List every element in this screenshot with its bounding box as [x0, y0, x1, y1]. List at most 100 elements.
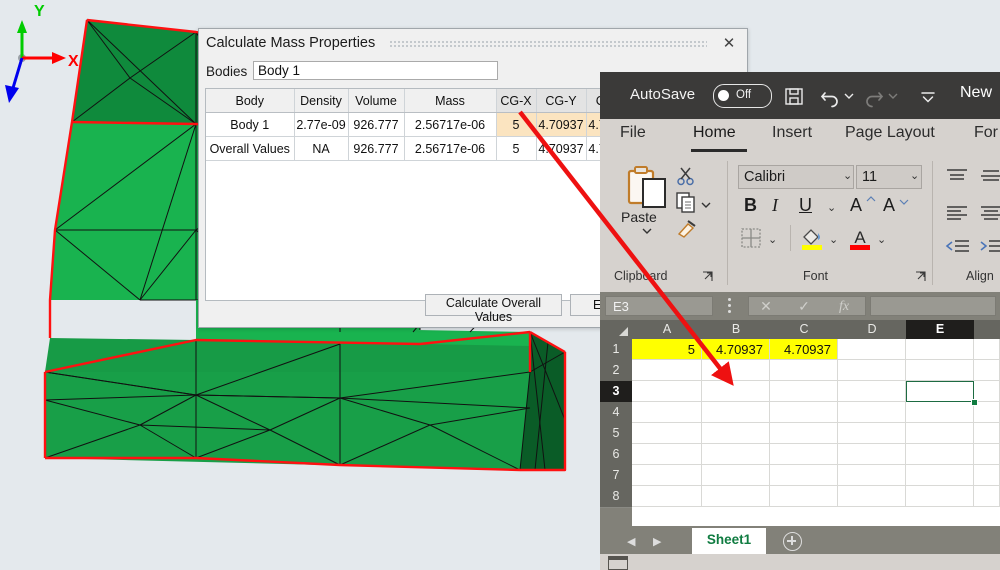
name-box[interactable]: E3	[605, 296, 713, 316]
insert-function-icon[interactable]: fx	[827, 298, 861, 315]
redo-icon[interactable]	[862, 84, 886, 108]
column-header-b[interactable]: B	[702, 320, 771, 339]
cell-C8[interactable]	[770, 486, 838, 507]
align-middle-icon[interactable]	[978, 167, 1000, 183]
dialog-titlebar[interactable]: Calculate Mass Properties ✕	[199, 29, 747, 59]
cut-scissors-icon[interactable]	[675, 165, 697, 187]
excel-window[interactable]: AutoSave Off New File Home Insert Page L…	[600, 72, 1000, 570]
column-header-f[interactable]	[974, 320, 1000, 339]
col-header-body[interactable]: Body	[206, 89, 295, 113]
col-header-density[interactable]: Density	[294, 89, 349, 113]
cell-E4[interactable]	[906, 402, 974, 423]
customize-quick-access-icon[interactable]	[916, 84, 940, 108]
font-name-box[interactable]: Calibri	[738, 165, 854, 189]
fill-handle[interactable]	[971, 399, 978, 406]
cell-B6[interactable]	[702, 444, 770, 465]
enter-icon[interactable]: ✓	[787, 298, 821, 315]
decrease-indent-icon[interactable]	[944, 239, 972, 255]
cell-E7[interactable]	[906, 465, 974, 486]
align-center-icon[interactable]	[978, 205, 1000, 221]
row-header-7[interactable]: 7	[600, 465, 632, 487]
cell-F6[interactable]	[974, 444, 1000, 465]
font-color-chevron-down-icon[interactable]: ⌄	[877, 233, 886, 246]
cell-C4[interactable]	[770, 402, 838, 423]
excel-titlebar[interactable]: AutoSave Off New	[600, 72, 1000, 119]
close-icon[interactable]: ✕	[719, 34, 739, 54]
column-header-e[interactable]: E	[906, 320, 975, 339]
tab-page-layout[interactable]: Page Layout	[845, 124, 935, 142]
redo-chevron-down-icon[interactable]	[887, 84, 899, 108]
cell-B8[interactable]	[702, 486, 770, 507]
row-header-8[interactable]: 8	[600, 486, 632, 508]
cell-C2[interactable]	[770, 360, 838, 381]
font-dialog-launcher[interactable]	[915, 269, 926, 281]
next-sheet-icon[interactable]: ▶	[653, 535, 661, 548]
cell-A4[interactable]	[632, 402, 702, 423]
cell-F2[interactable]	[974, 360, 1000, 381]
tab-home[interactable]: Home	[693, 124, 736, 142]
cell-A3[interactable]	[632, 381, 702, 402]
cell-C1[interactable]: 4.70937	[770, 339, 838, 360]
cell-E5[interactable]	[906, 423, 974, 444]
spreadsheet-grid[interactable]: A B C D E 1 2 3 4 5 6 7 8 5 4.70937 4.70…	[600, 320, 1000, 526]
cell-D8[interactable]	[838, 486, 906, 507]
undo-icon[interactable]	[818, 84, 842, 108]
tab-insert[interactable]: Insert	[772, 124, 812, 142]
undo-chevron-down-icon[interactable]	[843, 84, 855, 108]
borders-chevron-down-icon[interactable]: ⌄	[768, 233, 777, 246]
add-sheet-icon[interactable]	[783, 532, 802, 551]
cell-B4[interactable]	[702, 402, 770, 423]
tab-formulas[interactable]: For	[974, 124, 998, 142]
cell-B1[interactable]: 4.70937	[702, 339, 770, 360]
italic-button[interactable]: I	[772, 195, 778, 216]
underline-chevron-down-icon[interactable]: ⌄	[827, 201, 836, 214]
sheet-tab-bar[interactable]: ◀ ▶ Sheet1	[600, 526, 1000, 556]
cell-A6[interactable]	[632, 444, 702, 465]
cell-E8[interactable]	[906, 486, 974, 507]
autosave-toggle[interactable]: Off	[713, 84, 772, 108]
cell-F7[interactable]	[974, 465, 1000, 486]
fill-color-chevron-down-icon[interactable]: ⌄	[829, 233, 838, 246]
column-header-d[interactable]: D	[838, 320, 907, 339]
col-header-cg-y[interactable]: CG-Y	[536, 89, 587, 113]
cell-D3[interactable]	[838, 381, 906, 402]
cell-D7[interactable]	[838, 465, 906, 486]
cell-A8[interactable]	[632, 486, 702, 507]
cell-E3[interactable]	[906, 381, 974, 402]
font-name-chevron-down-icon[interactable]: ⌄	[843, 169, 852, 182]
cell-C7[interactable]	[770, 465, 838, 486]
cell-C3[interactable]	[770, 381, 838, 402]
formula-bar[interactable]: E3 ✕ ✓ fx	[600, 292, 1000, 320]
document-name[interactable]: New	[960, 84, 992, 102]
select-all-corner[interactable]	[600, 320, 632, 339]
bold-button[interactable]: B	[744, 195, 757, 216]
cell-D5[interactable]	[838, 423, 906, 444]
ribbon-tab-strip[interactable]: File Home Insert Page Layout For	[600, 119, 1000, 153]
copy-icon[interactable]	[675, 191, 697, 213]
cell-F8[interactable]	[974, 486, 1000, 507]
row-header-1[interactable]: 1	[600, 339, 632, 361]
col-header-volume[interactable]: Volume	[348, 89, 405, 113]
clipboard-dialog-launcher[interactable]	[702, 269, 713, 281]
align-top-icon[interactable]	[944, 167, 970, 183]
cell-A5[interactable]	[632, 423, 702, 444]
cell-F5[interactable]	[974, 423, 1000, 444]
cells-area[interactable]: 5 4.70937 4.70937	[632, 339, 1000, 526]
cell-E1[interactable]	[906, 339, 974, 360]
row-header-6[interactable]: 6	[600, 444, 632, 466]
cell-B5[interactable]	[702, 423, 770, 444]
cell-C6[interactable]	[770, 444, 838, 465]
cell-B3[interactable]	[702, 381, 770, 402]
align-left-icon[interactable]	[944, 205, 970, 221]
col-header-cg-x[interactable]: CG-X	[496, 89, 537, 113]
increase-indent-icon[interactable]	[978, 239, 1000, 255]
underline-button[interactable]: U	[799, 195, 812, 216]
font-color-icon[interactable]: A	[848, 225, 872, 251]
row-header-3[interactable]: 3	[600, 381, 632, 403]
cell-D4[interactable]	[838, 402, 906, 423]
cell-A1[interactable]: 5	[632, 339, 702, 360]
cell-E2[interactable]	[906, 360, 974, 381]
col-header-mass[interactable]: Mass	[404, 89, 497, 113]
ribbon[interactable]: Paste Clipboard Calibri ⌄ 11 ⌄ B I U ⌄ A…	[600, 153, 1000, 292]
cell-A7[interactable]	[632, 465, 702, 486]
